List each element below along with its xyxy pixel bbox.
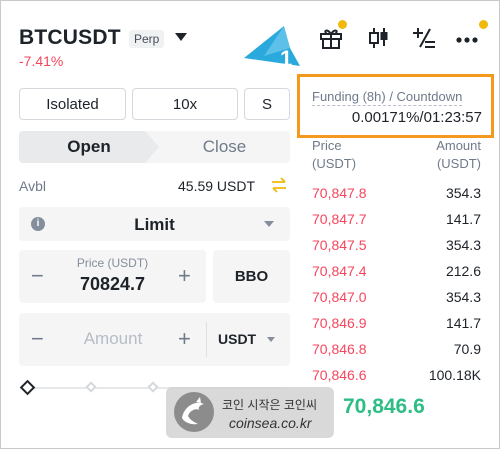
ask-row[interactable]: 70,846.9 141.7 xyxy=(312,315,481,335)
order-type-value: Limit xyxy=(134,215,175,234)
amount-divider xyxy=(206,322,207,357)
ask-price: 70,846.6 xyxy=(312,367,367,383)
last-price[interactable]: 70,846.6 xyxy=(343,395,425,419)
watermark: 코인 시작은 코인씨 coinsea.co.kr xyxy=(166,387,334,438)
tab-close[interactable]: Close xyxy=(159,131,290,163)
annotation-highlight-box xyxy=(297,74,494,138)
price-field[interactable]: − Price (USDT) 70824.7 + xyxy=(19,250,206,303)
transfer-icon[interactable] xyxy=(270,176,288,199)
ask-price: 70,847.7 xyxy=(312,211,367,227)
ask-row[interactable]: 70,847.4 212.6 xyxy=(312,263,481,283)
dolphin-logo-icon xyxy=(174,392,214,432)
amount-placeholder[interactable]: Amount xyxy=(71,329,155,349)
ask-amount: 354.3 xyxy=(445,237,481,253)
funding-label[interactable]: Funding (8h) / Countdown xyxy=(312,89,463,106)
orderbook-amount-header: Amount (USDT) xyxy=(436,138,481,171)
ask-row[interactable]: 70,847.5 354.3 xyxy=(312,237,481,257)
ask-price: 70,846.9 xyxy=(312,315,367,331)
contract-type-badge: Perp xyxy=(129,30,165,48)
symbol-title[interactable]: BTCUSDT xyxy=(19,26,121,50)
gift-notification-dot xyxy=(338,20,347,29)
ask-price: 70,847.5 xyxy=(312,237,367,253)
annotation-number: 1 xyxy=(280,46,292,71)
tab-open[interactable]: Open xyxy=(19,131,159,163)
bbo-button[interactable]: BBO xyxy=(213,250,290,303)
watermark-title: 코인 시작은 코인씨 xyxy=(222,398,317,412)
leverage-button[interactable]: 10x xyxy=(132,88,238,120)
more-icon[interactable] xyxy=(455,26,481,50)
calculator-icon[interactable] xyxy=(411,26,437,50)
available-label: Avbl xyxy=(19,178,46,194)
symbol-dropdown-icon[interactable] xyxy=(175,33,187,41)
price-change: -7.41% xyxy=(19,53,64,69)
ask-row[interactable]: 70,846.8 70.9 xyxy=(312,341,481,361)
amount-field[interactable]: − Amount + USDT xyxy=(19,313,290,366)
amount-increase-button[interactable]: + xyxy=(178,326,191,352)
annotation-callout: 1 xyxy=(244,26,314,81)
ask-row[interactable]: 70,847.8 354.3 xyxy=(312,185,481,205)
unit-chevron-down-icon xyxy=(267,337,275,342)
ask-amount: 141.7 xyxy=(445,315,481,331)
funding-value: 0.00171%/01:23:57 xyxy=(351,109,482,126)
ask-amount: 212.6 xyxy=(445,263,481,279)
ask-price: 70,847.8 xyxy=(312,185,367,201)
amount-unit-select[interactable]: USDT xyxy=(218,331,256,347)
orderbook-price-header: Price (USDT) xyxy=(312,138,357,171)
ask-amount: 70.9 xyxy=(453,341,481,357)
candlestick-chart-icon[interactable] xyxy=(366,26,392,50)
ask-row[interactable]: 70,847.0 354.3 xyxy=(312,289,481,309)
ask-amount: 354.3 xyxy=(445,185,481,201)
chevron-down-icon xyxy=(264,221,274,227)
ask-row[interactable]: 70,846.6 100.18K xyxy=(312,367,481,387)
ask-amount: 354.3 xyxy=(445,289,481,305)
open-close-toggle: Open Close xyxy=(19,131,290,163)
ask-amount: 141.7 xyxy=(445,211,481,227)
price-increase-button[interactable]: + xyxy=(178,263,191,289)
gift-icon[interactable] xyxy=(318,26,344,50)
margin-mode-button[interactable]: Isolated xyxy=(19,88,126,120)
ask-amount: 100.18K xyxy=(428,367,481,383)
ask-row[interactable]: 70,847.7 141.7 xyxy=(312,211,481,231)
amount-decrease-button[interactable]: − xyxy=(31,326,44,352)
ask-price: 70,847.0 xyxy=(312,289,367,305)
more-notification-dot xyxy=(479,20,488,29)
watermark-url: coinsea.co.kr xyxy=(229,415,312,431)
asset-mode-button[interactable]: S xyxy=(244,88,290,120)
ask-price: 70,846.8 xyxy=(312,341,367,357)
available-balance: 45.59 USDT xyxy=(178,178,256,194)
order-type-select[interactable]: i Limit xyxy=(19,207,290,241)
ask-price: 70,847.4 xyxy=(312,263,367,279)
